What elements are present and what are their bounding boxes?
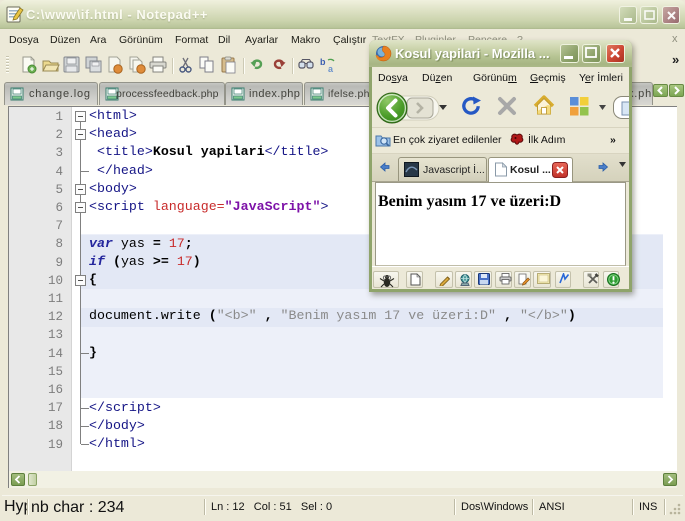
svg-text:b: b <box>320 57 326 67</box>
svg-text:a: a <box>328 64 334 73</box>
